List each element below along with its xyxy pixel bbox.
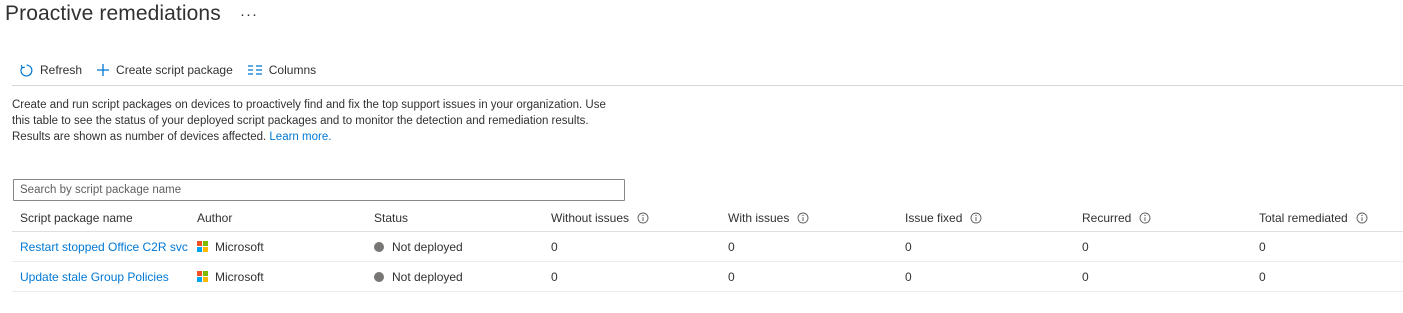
recurred-value: 0 (1082, 269, 1089, 284)
issue-fixed-value: 0 (905, 269, 912, 284)
info-icon[interactable] (637, 212, 649, 224)
with-issues-value: 0 (728, 239, 735, 254)
refresh-label: Refresh (40, 63, 83, 77)
status-dot-icon (374, 271, 384, 282)
command-bar: Refresh Create script package Columns (19, 60, 316, 80)
author-name: Microsoft (215, 239, 264, 254)
toolbar-divider (12, 85, 1403, 86)
status-label: Not deployed (392, 269, 463, 284)
info-icon[interactable] (970, 212, 982, 224)
column-header-without-issues[interactable]: Without issues (551, 204, 649, 231)
status-cell: Not deployed (374, 262, 463, 291)
info-icon[interactable] (797, 212, 809, 224)
column-header-label: Without issues (551, 210, 630, 225)
column-header-label: Total remediated (1259, 210, 1348, 225)
refresh-button[interactable]: Refresh (19, 63, 82, 78)
author-name: Microsoft (215, 269, 264, 284)
script-package-name-link[interactable]: Restart stopped Office C2R svc (20, 232, 188, 261)
search-input[interactable] (13, 179, 625, 201)
learn-more-link[interactable]: Learn more. (269, 131, 331, 143)
without-issues-value: 0 (551, 269, 558, 284)
more-options-button[interactable]: ··· (240, 6, 258, 23)
issue-fixed-value: 0 (905, 239, 912, 254)
author-cell: Microsoft (197, 232, 264, 261)
status-label: Not deployed (392, 239, 463, 254)
column-header-script-package-name[interactable]: Script package name (20, 204, 133, 231)
column-header-label: Issue fixed (905, 210, 963, 225)
info-icon[interactable] (1139, 212, 1151, 224)
with-issues-value: 0 (728, 269, 735, 284)
columns-button[interactable]: Columns (247, 63, 316, 77)
script-package-name-link[interactable]: Update stale Group Policies (20, 262, 169, 291)
refresh-icon (19, 63, 34, 78)
column-header-author[interactable]: Author (197, 204, 232, 231)
plus-icon (96, 63, 110, 77)
page-description: Create and run script packages on device… (12, 97, 622, 145)
column-header-total-remediated[interactable]: Total remediated (1259, 204, 1368, 231)
create-script-package-button[interactable]: Create script package (96, 63, 233, 77)
without-issues-value: 0 (551, 239, 558, 254)
microsoft-logo-icon (197, 271, 208, 282)
recurred-value: 0 (1082, 239, 1089, 254)
author-cell: Microsoft (197, 262, 264, 291)
columns-label: Columns (268, 63, 317, 77)
total-remediated-value: 0 (1259, 239, 1266, 254)
columns-icon (247, 64, 263, 76)
total-remediated-value: 0 (1259, 269, 1266, 284)
column-header-label: Recurred (1082, 210, 1132, 225)
microsoft-logo-icon (197, 241, 208, 252)
create-script-package-label: Create script package (116, 63, 233, 77)
column-header-label: With issues (728, 210, 790, 225)
script-packages-table: Script package name Author Status Withou… (12, 204, 1403, 292)
column-header-status[interactable]: Status (374, 204, 408, 231)
table-header-row: Script package name Author Status Withou… (12, 204, 1403, 232)
table-row[interactable]: Update stale Group Policies Microsoft No… (12, 262, 1403, 292)
info-icon[interactable] (1356, 212, 1368, 224)
page-title: Proactive remediations (5, 2, 221, 25)
status-dot-icon (374, 241, 384, 252)
table-row[interactable]: Restart stopped Office C2R svc Microsoft… (12, 232, 1403, 262)
column-header-recurred[interactable]: Recurred (1082, 204, 1151, 231)
column-header-issue-fixed[interactable]: Issue fixed (905, 204, 982, 231)
column-header-with-issues[interactable]: With issues (728, 204, 809, 231)
status-cell: Not deployed (374, 232, 463, 261)
